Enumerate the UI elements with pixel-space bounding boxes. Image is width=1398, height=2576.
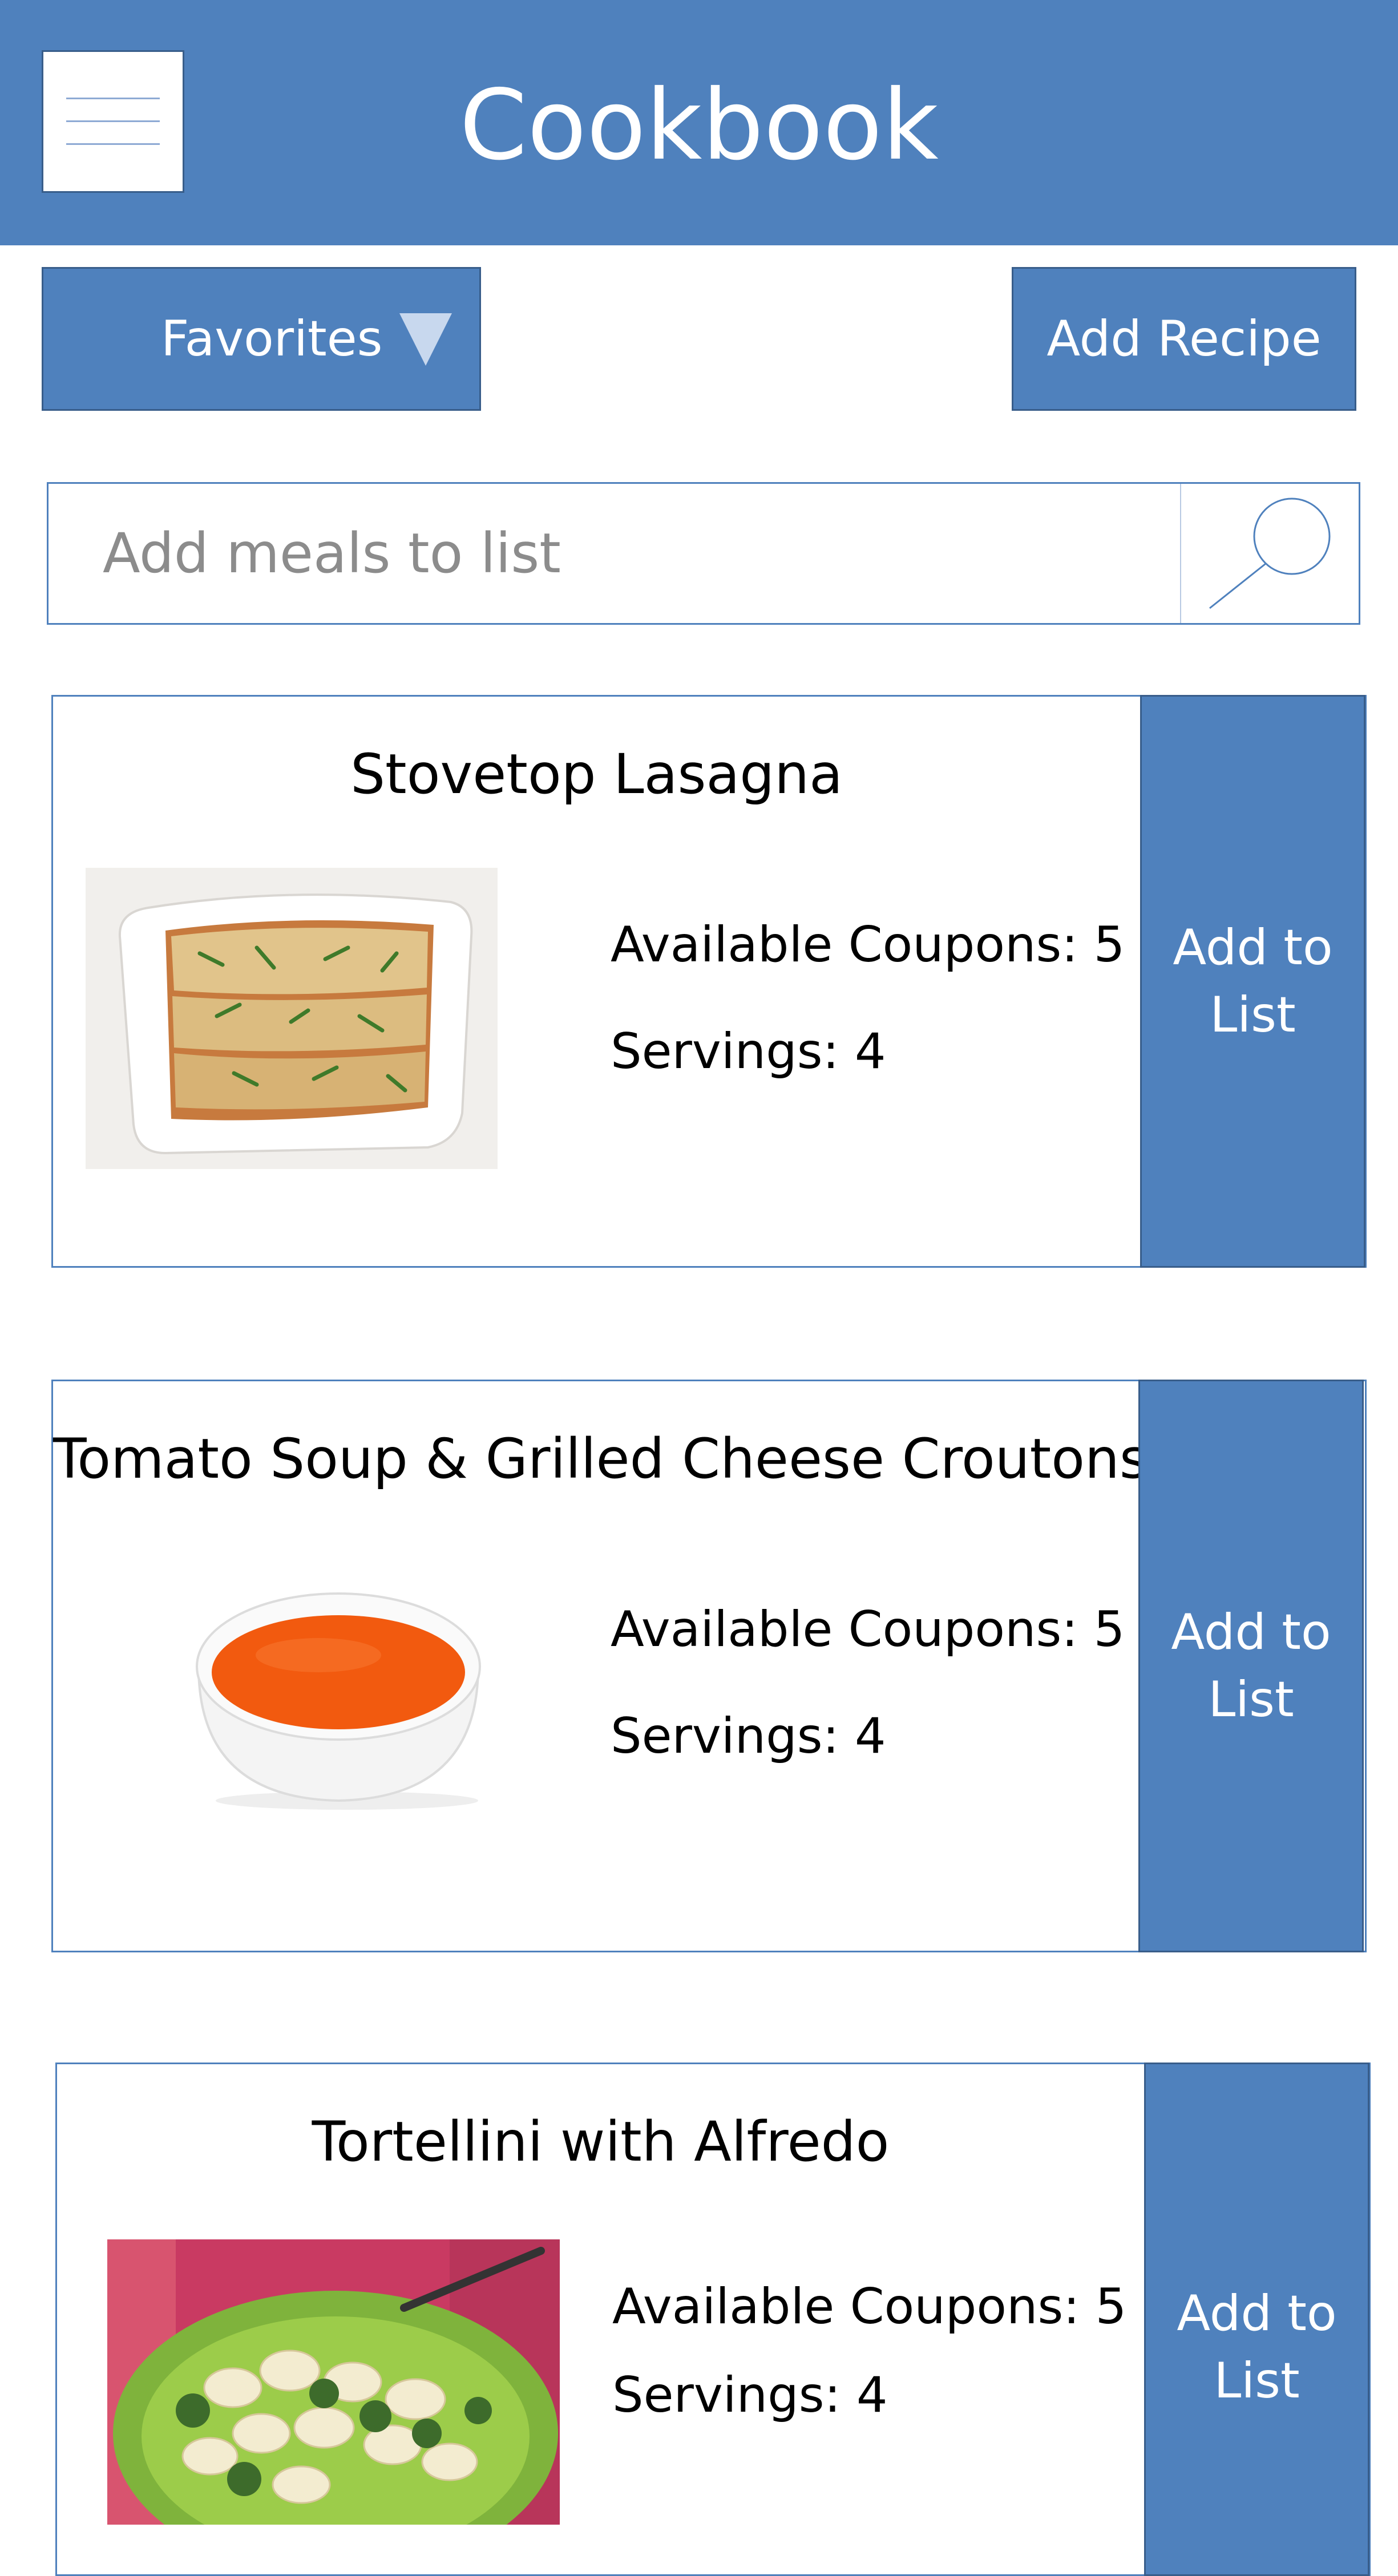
search-icon <box>1209 498 1331 609</box>
recipe-card-stovetop-lasagna: Stovetop Lasagna Available Coupons: 5 Se… <box>51 695 1367 1268</box>
servings: Servings: 4 <box>612 2367 888 2424</box>
add-to-list-button[interactable]: Add to List <box>1138 1380 1364 1952</box>
recipe-card-tomato-soup: Tomato Soup & Grilled Cheese Croutons Av… <box>51 1380 1367 1952</box>
app-header: Cookbook <box>0 0 1398 245</box>
add-to-list-button[interactable]: Add to List <box>1144 2063 1369 2576</box>
add-recipe-button[interactable]: Add Recipe <box>1012 267 1356 411</box>
servings: Servings: 4 <box>611 1023 886 1080</box>
favorites-dropdown[interactable]: Favorites <box>42 267 481 411</box>
dropdown-arrow-icon <box>399 313 452 366</box>
recipe-image-tomato-soup <box>176 1575 505 1815</box>
add-to-list-label: Add to List <box>1171 1604 1331 1728</box>
favorites-dropdown-label: Favorites <box>161 310 383 367</box>
search-input[interactable] <box>49 484 1224 623</box>
search-bar <box>47 482 1360 625</box>
search-button[interactable] <box>1180 484 1359 623</box>
recipe-card-tortellini: Tortellini with Alfredo Available Coupon… <box>55 2063 1371 2576</box>
add-to-list-button[interactable]: Add to List <box>1140 695 1365 1268</box>
app-title: Cookbook <box>459 69 939 182</box>
available-coupons: Available Coupons: 5 <box>612 2278 1127 2335</box>
add-to-list-label: Add to List <box>1173 919 1333 1044</box>
add-to-list-label: Add to List <box>1177 2285 1337 2409</box>
recipe-title: Stovetop Lasagna <box>350 742 843 806</box>
recipe-image-tortellini <box>107 2239 560 2525</box>
recipe-image-lasagna <box>86 868 498 1169</box>
recipe-title: Tortellini with Alfredo <box>312 2110 890 2174</box>
add-recipe-label: Add Recipe <box>1047 310 1322 367</box>
available-coupons: Available Coupons: 5 <box>611 916 1125 973</box>
recipe-title: Tomato Soup & Grilled Cheese Croutons <box>53 1427 1148 1491</box>
available-coupons: Available Coupons: 5 <box>611 1601 1125 1658</box>
servings: Servings: 4 <box>611 1708 886 1765</box>
